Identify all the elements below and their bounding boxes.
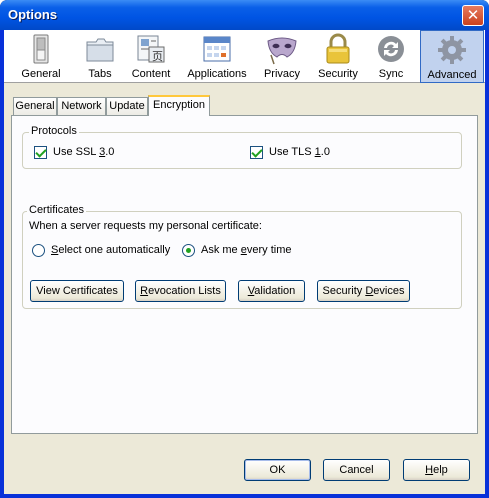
select-automatically-radio[interactable] (32, 244, 45, 257)
options-window: Options ✕ General Tabs 页 Content Applica… (0, 0, 489, 498)
padlock-icon (326, 33, 350, 64)
ask-every-time-label[interactable]: Ask me every time (201, 244, 291, 256)
gear-icon (438, 36, 466, 64)
content-page-icon: 页 (137, 35, 165, 63)
pane-label: Privacy (263, 68, 301, 80)
pane-advanced[interactable]: Advanced (420, 30, 484, 83)
tab-update[interactable]: Update (106, 97, 148, 115)
select-automatically-label[interactable]: Select one automatically (51, 244, 170, 256)
switch-icon (33, 34, 49, 64)
window-frame-right (485, 30, 489, 498)
pane-label: Security (318, 68, 358, 80)
tab-strip: General Network Update Encryption (11, 95, 478, 116)
pane-general[interactable]: General (8, 30, 74, 83)
protocols-title: Protocols (29, 125, 79, 137)
view-certificates-label: View Certificates (36, 285, 118, 297)
ssl-label-text: Use SSL (53, 146, 100, 158)
pane-label: Content (131, 68, 171, 80)
sync-arrows-icon (378, 36, 404, 62)
folder-tabs-icon (86, 38, 114, 62)
protocols-group: Protocols Use SSL 3.0 Use TLS 1.0 (22, 125, 462, 169)
tab-general[interactable]: General (13, 97, 57, 115)
applications-calendar-icon (203, 36, 231, 62)
select-automatically-text: elect one automatically (58, 244, 171, 256)
window-title: Options (8, 7, 58, 22)
ssl-label[interactable]: Use SSL 3.0 (53, 146, 114, 158)
pane-applications[interactable]: Applications (184, 30, 250, 83)
certificates-group: Certificates When a server requests my p… (22, 204, 462, 309)
encryption-tab-body: Protocols Use SSL 3.0 Use TLS 1.0 Certif… (11, 115, 478, 434)
security-devices-button[interactable]: Security Devices (317, 280, 410, 302)
pane-tabs[interactable]: Tabs (74, 30, 126, 83)
ssl-checkbox[interactable] (34, 146, 47, 159)
tls-checkbox[interactable] (250, 146, 263, 159)
tab-encryption[interactable]: Encryption (148, 95, 210, 116)
pane-privacy[interactable]: Privacy (256, 30, 308, 83)
help-label: elp (433, 464, 448, 476)
tls-label-suffix: .0 (320, 146, 330, 158)
tab-network[interactable]: Network (57, 97, 106, 115)
validation-label: alidation (254, 285, 296, 297)
tls-label-text: Use TLS (269, 146, 315, 158)
pane-toolbar: General Tabs 页 Content Applications Priv… (4, 30, 485, 83)
ask-every-time-suffix: very time (246, 244, 292, 256)
ask-every-time-text: Ask me (201, 244, 241, 256)
pane-label: Sync (378, 68, 404, 80)
revocation-lists-label: evocation Lists (148, 285, 221, 297)
view-certificates-button[interactable]: View Certificates (30, 280, 124, 302)
help-button[interactable]: Help (403, 459, 470, 481)
pane-content[interactable]: 页 Content (126, 30, 176, 83)
pane-label: Advanced (427, 69, 477, 81)
window-frame-bottom (0, 494, 489, 498)
revocation-lists-button[interactable]: Revocation Lists (135, 280, 226, 302)
pane-label: Tabs (88, 68, 112, 80)
client-area: General Tabs 页 Content Applications Priv… (4, 30, 485, 494)
validation-button[interactable]: Validation (238, 280, 305, 302)
title-bar[interactable]: Options ✕ (0, 0, 489, 30)
ok-button[interactable]: OK (244, 459, 311, 481)
svg-text:页: 页 (152, 50, 163, 63)
certificates-title: Certificates (27, 204, 87, 216)
tls-label[interactable]: Use TLS 1.0 (269, 146, 330, 158)
cancel-button[interactable]: Cancel (323, 459, 390, 481)
security-devices-label: Security (322, 285, 366, 297)
certificate-prompt: When a server requests my personal certi… (29, 220, 262, 232)
ssl-label-suffix: .0 (105, 146, 115, 158)
ask-every-time-radio[interactable] (182, 244, 195, 257)
advanced-panel: General Network Update Encryption Protoc… (11, 95, 478, 434)
pane-label: General (21, 68, 61, 80)
pane-label: Applications (187, 68, 247, 80)
pane-sync[interactable]: Sync (366, 30, 416, 83)
revocation-lists-access-key: R (140, 285, 149, 297)
mask-icon (267, 37, 297, 65)
close-icon[interactable]: ✕ (462, 5, 484, 26)
security-devices-label-suffix: evices (373, 285, 405, 297)
pane-security[interactable]: Security (312, 30, 364, 83)
help-access-key: H (425, 464, 434, 476)
